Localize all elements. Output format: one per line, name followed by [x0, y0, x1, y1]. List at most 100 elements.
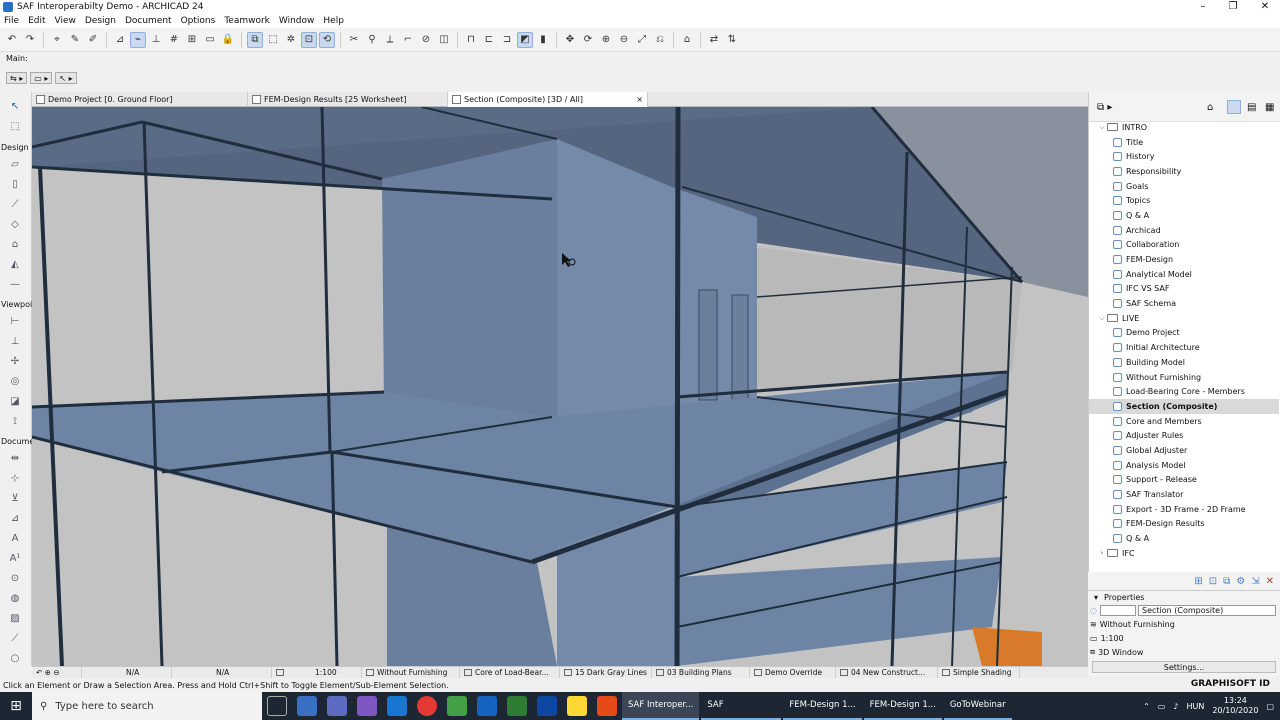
chrome-icon[interactable]: [417, 696, 437, 716]
3d-viewport[interactable]: [32, 107, 1088, 666]
menu-options[interactable]: Options: [181, 16, 216, 26]
renovation-selector[interactable]: 04 New Construct...: [836, 666, 938, 679]
save-app-icon[interactable]: [297, 696, 317, 716]
menu-view[interactable]: View: [55, 16, 76, 26]
gravity-icon[interactable]: ⊥: [148, 32, 164, 48]
graphisoft-id-link[interactable]: GRAPHISOFT ID: [1191, 679, 1270, 689]
navigator-view-item[interactable]: Topics: [1089, 193, 1279, 208]
close-tab-icon[interactable]: ×: [636, 95, 643, 104]
restore-button[interactable]: ❐: [1220, 0, 1246, 14]
pan-icon[interactable]: ✥: [562, 32, 578, 48]
language-indicator[interactable]: HUN: [1186, 702, 1204, 711]
toolbox-group-document[interactable]: Docume: [1, 437, 34, 446]
tab-demo-project[interactable]: Demo Project [0. Ground Floor]: [32, 91, 248, 107]
notifications-icon[interactable]: ▢: [1266, 702, 1274, 711]
interior-elevation-icon[interactable]: ✢: [8, 357, 22, 367]
name-field[interactable]: Section (Composite): [1137, 604, 1276, 616]
taskbar-gotowebinar[interactable]: GoToWebinar: [943, 692, 1012, 720]
navigator-view-item[interactable]: IFC VS SAF: [1089, 282, 1279, 297]
navigator-view-item[interactable]: SAF Schema: [1089, 296, 1279, 311]
zone-tool-icon[interactable]: ▨: [8, 614, 22, 624]
roof-tool-icon[interactable]: ⌂: [8, 240, 22, 250]
label-tool-icon[interactable]: A¹: [8, 554, 22, 564]
network-icon[interactable]: ▭: [1158, 702, 1166, 711]
undo-view-icon[interactable]: ↶ ⊕ ⊖: [32, 666, 82, 679]
override-selector[interactable]: Demo Override: [750, 666, 836, 679]
delete-icon[interactable]: ✕: [1266, 576, 1274, 587]
navigator-view-item[interactable]: Section (Composite): [1089, 399, 1279, 414]
expand-arrow-icon[interactable]: ⌵: [1097, 314, 1107, 323]
volume-icon[interactable]: ♪: [1173, 702, 1178, 711]
clock[interactable]: 13:24 20/10/2020: [1212, 696, 1258, 716]
split-icon[interactable]: ⊘: [418, 32, 434, 48]
outlook-icon[interactable]: [387, 696, 407, 716]
navigator-view-item[interactable]: Collaboration: [1089, 238, 1279, 253]
receive-changes-icon[interactable]: ⇅: [724, 32, 740, 48]
settings-icon[interactable]: ⚙: [1236, 576, 1245, 587]
navigator-view-item[interactable]: Building Model: [1089, 355, 1279, 370]
navigator-view-item[interactable]: FEM-Design Results: [1089, 517, 1279, 532]
navigator-view-item[interactable]: Title: [1089, 135, 1279, 150]
grid-snap-icon[interactable]: #: [166, 32, 182, 48]
notepad-icon[interactable]: [447, 696, 467, 716]
navigator-view-item[interactable]: Archicad: [1089, 223, 1279, 238]
expand-arrow-icon[interactable]: ›: [1097, 549, 1107, 557]
menu-design[interactable]: Design: [85, 16, 116, 26]
minimize-button[interactable]: –: [1190, 0, 1216, 14]
eyedropper-icon[interactable]: ✎: [67, 32, 83, 48]
taskbar-fem-design-2[interactable]: FEM-Design 1...: [863, 692, 942, 720]
navigator-view-item[interactable]: SAF Translator: [1089, 487, 1279, 502]
navigator-view-item[interactable]: Responsibility: [1089, 164, 1279, 179]
layout-book-icon[interactable]: ▤: [1247, 102, 1256, 113]
magic-wand-icon[interactable]: ⚲: [364, 32, 380, 48]
navigator-view-item[interactable]: Load-Bearing Core - Members: [1089, 384, 1279, 399]
redo-icon[interactable]: ↷: [22, 32, 38, 48]
send-changes-icon[interactable]: ⇄: [706, 32, 722, 48]
marquee-icon[interactable]: ⬚: [265, 32, 281, 48]
taskbar-archicad[interactable]: SAF Interoper...: [622, 692, 700, 720]
export-icon[interactable]: ⇲: [1251, 576, 1259, 587]
wall-tool-icon[interactable]: ▱: [8, 160, 22, 170]
taskbar-saf-folder[interactable]: SAF: [701, 692, 782, 720]
toolbox-group-viewpoint[interactable]: Viewpoi: [1, 300, 32, 309]
navigator-view-item[interactable]: Export - 3D Frame - 2D Frame: [1089, 502, 1279, 517]
navigator-folder[interactable]: ⌵ LIVE: [1089, 311, 1279, 326]
angle-dimension-icon[interactable]: ⊿: [8, 514, 22, 524]
wall-icon[interactable]: ▮: [535, 32, 551, 48]
navigator-folder[interactable]: ⌵ INTRO: [1089, 120, 1279, 135]
section-tool-icon[interactable]: ⊢: [8, 317, 22, 327]
level-dimension-icon[interactable]: ⊹: [8, 474, 22, 484]
menu-file[interactable]: File: [4, 16, 19, 26]
navigator-view-item[interactable]: Without Furnishing: [1089, 370, 1279, 385]
undo-icon[interactable]: ↶: [4, 32, 20, 48]
toolbox-group-design[interactable]: Design: [1, 143, 29, 152]
elevation-icon[interactable]: ⊓: [463, 32, 479, 48]
radial-dimension-icon[interactable]: ⊻: [8, 494, 22, 504]
selection-method-icon[interactable]: ⇆ ▸: [6, 72, 28, 84]
offset-icon[interactable]: ⟂: [382, 32, 398, 48]
pen-set-selector[interactable]: 15 Dark Gray Lines: [560, 666, 652, 679]
fit-icon[interactable]: ⤢: [634, 32, 650, 48]
beam-tool-icon[interactable]: ⟋: [8, 200, 22, 210]
worksheet-tool-icon[interactable]: ◎: [8, 377, 22, 387]
zoom-out-icon[interactable]: ⊖: [616, 32, 632, 48]
explode-icon[interactable]: ✲: [283, 32, 299, 48]
tab-fem-results[interactable]: FEM-Design Results [25 Worksheet]: [248, 91, 448, 107]
navigator-view-item[interactable]: Adjuster Rules: [1089, 428, 1279, 443]
navigator-view-item[interactable]: Demo Project: [1089, 326, 1279, 341]
navigator-view-item[interactable]: Analytical Model: [1089, 267, 1279, 282]
3d-document-tool-icon[interactable]: ⟟: [8, 417, 22, 427]
cut-icon[interactable]: ✂: [346, 32, 362, 48]
menu-teamwork[interactable]: Teamwork: [224, 16, 270, 26]
snap-guides-icon[interactable]: ⌁: [130, 31, 146, 48]
arrow-tool-icon[interactable]: ↖: [8, 102, 22, 112]
visual-studio-icon[interactable]: [357, 696, 377, 716]
rotate-icon[interactable]: ⟳: [580, 32, 596, 48]
polyline-tool-icon[interactable]: ⟋: [8, 634, 22, 644]
clone-icon[interactable]: ⧉: [1223, 576, 1230, 587]
3d-document-icon[interactable]: ◩: [517, 31, 533, 48]
fill-tool-icon[interactable]: ◍: [8, 594, 22, 604]
calculator-icon[interactable]: [327, 696, 347, 716]
model-view-selector[interactable]: 03 Building Plans: [652, 666, 750, 679]
view-map-icon[interactable]: [1227, 100, 1241, 114]
